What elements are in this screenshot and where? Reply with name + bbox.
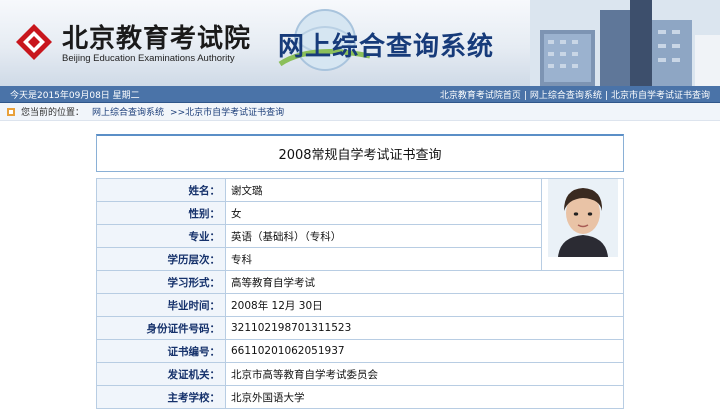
field-value: 女: [225, 201, 542, 225]
field-label: 身份证件号码：: [96, 316, 226, 340]
table-row: 学习形式： 高等教育自学考试: [96, 270, 624, 294]
top-nav-bar: 今天是2015年09月08日 星期二 北京教育考试院首页 | 网上综合查询系统 | 北京…: [0, 86, 720, 103]
table-row: 发证机关： 北京市高等教育自学考试委员会: [96, 362, 624, 386]
field-label: 毕业时间：: [96, 293, 226, 317]
breadcrumb: 您当前的位置： 网上综合查询系统 >>北京市自学考试证书查询: [0, 103, 720, 121]
field-value: 北京外国语大学: [225, 385, 624, 409]
field-label: 性别：: [96, 201, 226, 225]
certificate-info-table: 姓名： 谢文璐 性别： 女 专业： 英语（基础科）（专科） 学历层次： 专科 学…: [96, 178, 624, 409]
field-value: 英语（基础科）（专科）: [225, 224, 542, 248]
site-title: 网上综合查询系统: [278, 32, 495, 62]
header-banner: 北京教育考试院 Beijing Education Examinations A…: [0, 0, 720, 86]
field-value: 66110201062051937: [225, 339, 624, 363]
field-label: 专业：: [96, 224, 226, 248]
nav-links: 北京教育考试院首页 | 网上综合查询系统 | 北京市自学考试证书查询: [439, 90, 710, 101]
table-row: 毕业时间： 2008年 12月 30日: [96, 293, 624, 317]
field-value: 2008年 12月 30日: [225, 293, 624, 317]
page-title-text: 2008常规自学考试证书查询: [278, 148, 442, 163]
field-label: 证书编号：: [96, 339, 226, 363]
table-row: 主考学校： 北京外国语大学: [96, 385, 624, 409]
table-row: 姓名： 谢文璐: [96, 178, 624, 271]
nav-link-exam-authority-home[interactable]: 北京教育考试院首页: [440, 91, 521, 101]
nav-link-certificate-query[interactable]: 北京市自学考试证书查询: [611, 91, 710, 101]
location-icon: [7, 107, 15, 116]
field-label: 发证机关：: [96, 362, 226, 386]
breadcrumb-item-certificate-query[interactable]: >>北京市自学考试证书查询: [170, 105, 284, 118]
nav-link-query-system[interactable]: 网上综合查询系统: [530, 91, 602, 101]
org-name-en: Beijing Education Examinations Authority: [62, 53, 235, 64]
breadcrumb-item-query-system[interactable]: 网上综合查询系统: [92, 105, 164, 118]
field-label: 主考学校：: [96, 385, 226, 409]
table-row: 身份证件号码： 321102198701311523: [96, 316, 624, 340]
field-value: 321102198701311523: [225, 316, 624, 340]
current-date: 今天是2015年09月08日 星期二: [10, 90, 140, 101]
field-value: 高等教育自学考试: [225, 270, 624, 294]
photo-cell: [541, 178, 624, 271]
table-row: 证书编号： 66110201062051937: [96, 339, 624, 363]
student-photo: [547, 179, 618, 257]
field-label: 学习形式：: [96, 270, 226, 294]
org-name-cn: 北京教育考试院: [62, 24, 252, 54]
field-label: 姓名：: [96, 178, 226, 202]
field-label: 学历层次：: [96, 247, 226, 271]
field-value: 北京市高等教育自学考试委员会: [225, 362, 624, 386]
field-value: 专科: [225, 247, 542, 271]
field-value: 谢文璐: [225, 178, 542, 202]
certificate-panel: 2008常规自学考试证书查询 姓名： 谢文璐 性别： 女 专业： 英语（基础科）…: [96, 134, 624, 409]
city-buildings-image: [530, 0, 720, 86]
page-title: 2008常规自学考试证书查询: [96, 134, 624, 172]
exam-authority-logo-icon: [16, 24, 52, 60]
breadcrumb-label: 您当前的位置：: [21, 108, 85, 118]
